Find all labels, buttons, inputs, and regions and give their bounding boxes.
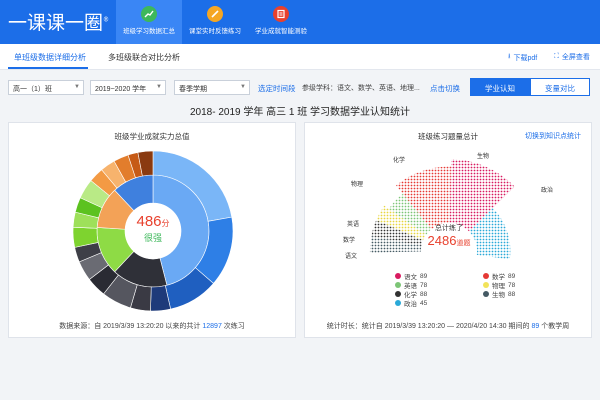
download-label: 下载pdf (513, 54, 538, 62)
footnote-suffix: 个教学周 (539, 323, 570, 330)
class-select-value: 高一（1）班 (13, 86, 52, 93)
center-score: 486分 很强 (123, 213, 183, 244)
subjects-text: 参级学科：语文、数学、英语、地理... (302, 85, 420, 92)
legend-item: 政治 45 (395, 298, 427, 308)
chevron-down-icon: ▼ (74, 84, 80, 90)
legend-name: 生物 (492, 292, 505, 299)
legend-name: 政治 (404, 301, 417, 308)
legend-dot (395, 273, 401, 279)
page-title: 2018- 2019 学年 高三 1 班 学习数据学业认知统计 (189, 107, 411, 118)
score-level: 很强 (143, 233, 162, 243)
legend-dot (483, 291, 489, 297)
segment-variable-compare[interactable]: 变量对比 (530, 78, 590, 96)
chevron-down-icon: ▼ (156, 84, 162, 90)
seg-label-physics: 物理 (351, 182, 364, 188)
fullscreen-icon: ⛶ (554, 53, 559, 60)
switch-subjects-link[interactable]: 点击切换 (430, 83, 460, 94)
logo-text: 一课课一圈 (8, 12, 104, 34)
legend-value: 88 (420, 290, 428, 298)
legend-value: 89 (420, 272, 428, 280)
download-pdf-button[interactable]: ⭳ 下载pdf (508, 52, 537, 63)
practice-count: 12897 (202, 323, 222, 330)
pencil-icon (207, 6, 223, 22)
term-select[interactable]: 春季学期 ▼ (174, 80, 250, 95)
seg-label-math: 数学 (343, 238, 356, 244)
nav-tab-label: 学业成就智能测验 (255, 28, 307, 35)
nav-tab-classroom[interactable]: 课堂实时反馈练习 (182, 0, 248, 44)
footnote-text: 数据来源：自 2019/3/39 13:20:20 以来的共计 (59, 323, 203, 330)
legend-dot (483, 282, 489, 288)
nav-tab-class-data[interactable]: 班级学习数据汇总 (116, 0, 182, 44)
download-icon: ⭳ (508, 53, 511, 60)
term-select-value: 春季学期 (179, 86, 207, 93)
registered-mark: ® (103, 16, 110, 24)
fullscreen-label: 全屏查看 (561, 54, 590, 61)
test-icon (273, 6, 289, 22)
legend-dot (395, 282, 401, 288)
total-label: 总计练了 (435, 225, 463, 232)
legend-dot (395, 300, 401, 306)
nav-tab-label: 班级学习数据汇总 (123, 28, 175, 35)
tab-multi-class[interactable]: 多班级联合对比分析 (108, 52, 180, 63)
year-select-value: 2019~2020 学年 (95, 86, 147, 93)
active-tab-underline (8, 67, 88, 69)
chart-icon (141, 6, 157, 22)
nav-tab-test[interactable]: 学业成就智能测验 (248, 0, 314, 44)
nav-tab-label: 课堂实时反馈练习 (189, 28, 241, 35)
legend-value: 78 (508, 281, 516, 289)
score-unit: 分 (161, 219, 170, 228)
seg-label-politics: 政治 (541, 188, 554, 194)
chevron-down-icon: ▼ (240, 84, 246, 90)
top-bar: 一课课一圈® 班级学习数据汇总 课堂实时反馈练习 学业成就智能测验 (0, 0, 600, 44)
legend-item: 生物 88 (483, 289, 515, 299)
legend-value: 88 (508, 290, 516, 298)
total-value: 2486 (427, 233, 457, 248)
legend-value: 78 (420, 281, 428, 289)
footnote-text: 统计时长：统计自 2019/3/39 13:20:20 — 2020/4/20 … (326, 323, 532, 330)
sub-tab-bar: 单班级数据详细分析 多班级联合对比分析 ⭳ 下载pdf ⛶ 全屏查看 (0, 44, 600, 70)
class-select[interactable]: 高一（1）班 ▼ (8, 80, 84, 95)
seg-label-chinese: 语文 (345, 254, 358, 260)
achievement-panel: 班级学业成就实力总值 486分 很强 数据来源：自 2019/3/39 13:2… (8, 122, 296, 338)
fullscreen-button[interactable]: ⛶ 全屏查看 (554, 52, 590, 62)
segment-academic-cognition[interactable]: 学业认知 (470, 78, 530, 96)
practice-panel: 班级练习题量总计 切换到知识点统计 化学 生物 政治 物理 英语 数学 语文 总… (304, 122, 592, 338)
legend-dot (395, 291, 401, 297)
year-select[interactable]: 2019~2020 学年 ▼ (90, 80, 166, 95)
select-time-range-link[interactable]: 选定时间段 (258, 83, 296, 94)
total-unit: 道题 (456, 240, 471, 247)
seg-label-chemistry: 化学 (393, 158, 406, 164)
panel-footnote: 统计时长：统计自 2019/3/39 13:20:20 — 2020/4/20 … (305, 321, 591, 331)
seg-label-biology: 生物 (477, 154, 490, 160)
filter-row: 高一（1）班 ▼ 2019~2020 学年 ▼ 春季学期 ▼ 选定时间段 参级学科：语… (0, 70, 600, 104)
footnote-suffix: 次练习 (221, 323, 245, 330)
logo[interactable]: 一课课一圈® (8, 8, 109, 35)
total-practice: 总计练了 2486道题 (419, 223, 479, 248)
panel-footnote: 数据来源：自 2019/3/39 13:20:20 以来的共计 12897 次练… (9, 321, 295, 331)
legend-value: 45 (420, 299, 428, 307)
legend-value: 89 (508, 272, 516, 280)
legend-dot (483, 273, 489, 279)
tab-single-class[interactable]: 单班级数据详细分析 (14, 52, 86, 63)
score-value: 486 (136, 213, 162, 230)
seg-label-english: 英语 (347, 222, 360, 228)
dotted-half-pie-chart (369, 159, 515, 279)
